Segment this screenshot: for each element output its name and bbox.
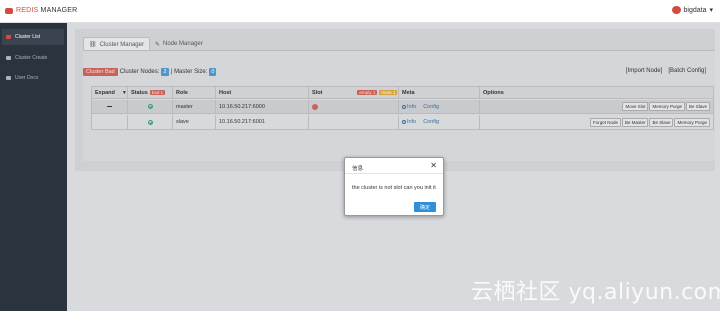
dialog-divider: [345, 173, 443, 174]
meta-cell: Info Config: [399, 100, 480, 113]
sidebar-item-label: Cluster List: [15, 34, 41, 40]
panel-links: [Import Node] [Batch Config]: [626, 68, 706, 74]
header-label: Role: [176, 89, 188, 96]
slot-empty-tag: empty 1: [357, 90, 378, 95]
redis-logo-icon: [5, 8, 13, 14]
collapse-icon[interactable]: [107, 105, 112, 108]
check-circle-icon: [147, 119, 153, 125]
check-circle-icon: [147, 104, 153, 109]
import-node-link[interactable]: [Import Node]: [626, 68, 662, 74]
cluster-panel: ⛓ Cluster Manager ✎ Node Manager Cluster…: [75, 29, 715, 171]
slot-cell: [309, 115, 399, 129]
brand-rest: MANAGER: [38, 7, 78, 14]
table-row: slave 10.16.50.217:6001 Info Config Forg…: [92, 115, 713, 129]
role-cell: master: [173, 100, 216, 113]
user-menu[interactable]: bigdata ▾: [671, 6, 713, 14]
tab-bar: ⛓ Cluster Manager ✎ Node Manager: [83, 36, 208, 51]
memory-purge-button[interactable]: Memory Purge: [674, 117, 710, 127]
search-icon: [402, 120, 406, 124]
dialog-message: the cluster is not slot can you init it: [352, 185, 436, 191]
info-link[interactable]: Info: [402, 104, 416, 110]
sidebar: Cluster List Cluster Create User Docs: [0, 23, 67, 311]
cluster-nodes-count: 2: [161, 68, 169, 76]
forget-node-button[interactable]: Forget Node: [589, 117, 621, 127]
master-size-count: 0: [209, 68, 217, 76]
sidebar-item-user-docs[interactable]: User Docs: [2, 70, 64, 86]
status-bad-tag: bad 1: [149, 90, 166, 95]
status-cell: [128, 115, 173, 129]
info-label: Info: [407, 103, 417, 110]
memory-purge-button[interactable]: Memory Purge: [649, 102, 685, 111]
host-cell: 10.16.50.217:6000: [216, 100, 309, 113]
top-navbar: REDIS MANAGER bigdata ▾: [0, 0, 720, 23]
be-master-button[interactable]: Be Master: [621, 117, 649, 127]
header-host: Host: [216, 87, 309, 98]
docs-icon: [6, 76, 11, 80]
info-dialog: 信息 ✕ the cluster is not slot can you ini…: [344, 157, 444, 216]
header-label: Status: [131, 89, 148, 96]
tab-label: Node Manager: [163, 41, 203, 47]
sidebar-item-label: Cluster Create: [15, 55, 48, 61]
info-separator: |: [170, 69, 173, 75]
watermark: 云栖社区 yq.aliyun.com: [471, 280, 720, 305]
wrench-icon: ✎: [154, 41, 161, 48]
tab-cluster-manager[interactable]: ⛓ Cluster Manager: [83, 37, 150, 51]
slot-more-tag: more 1: [379, 90, 398, 95]
search-icon: [402, 104, 406, 109]
header-status: Status bad 1: [128, 87, 173, 98]
table-header-row: Expand ▼ Status bad 1 Role Host Slot emp…: [92, 87, 713, 99]
chevron-down-icon: ▾: [709, 7, 713, 14]
tab-label: Cluster Manager: [99, 41, 144, 48]
header-label: Expand: [95, 89, 115, 96]
expand-cell: [92, 115, 128, 129]
config-link[interactable]: Config: [423, 119, 439, 125]
sidebar-item-cluster-create[interactable]: Cluster Create: [2, 50, 64, 66]
config-link[interactable]: Config: [423, 104, 439, 110]
be-slave-button[interactable]: Be Slave: [685, 102, 710, 111]
sort-down-icon[interactable]: ▼: [122, 90, 127, 96]
options-cell: Forget Node Be Master Be Slave Memory Pu…: [480, 115, 713, 129]
status-cell: [128, 100, 173, 113]
node-table: Expand ▼ Status bad 1 Role Host Slot emp…: [91, 86, 714, 130]
header-options: Options: [480, 87, 713, 98]
app-brand[interactable]: REDIS MANAGER: [16, 7, 77, 14]
info-link[interactable]: Info: [402, 119, 416, 125]
create-icon: [6, 56, 11, 60]
header-label: Meta: [402, 89, 415, 96]
cluster-info-bar: Cluster Bad Cluster Nodes: 2 | Master Si…: [83, 68, 217, 76]
slot-error-dot-icon: [312, 103, 318, 110]
cluster-status-badge: Cluster Bad: [83, 68, 118, 76]
header-meta: Meta: [399, 87, 480, 98]
slot-cell: [309, 100, 399, 113]
master-size-label: Master Size:: [174, 69, 208, 75]
expand-cell[interactable]: [92, 100, 128, 113]
sidebar-item-cluster-list[interactable]: Cluster List: [2, 29, 64, 45]
move-slot-button[interactable]: Move Slot: [622, 102, 649, 111]
header-role: Role: [173, 87, 216, 98]
tab-node-manager[interactable]: ✎ Node Manager: [150, 37, 208, 51]
sidebar-item-label: User Docs: [15, 75, 39, 81]
options-cell: Move Slot Memory Purge Be Slave: [480, 100, 713, 113]
cluster-icon: [6, 35, 11, 39]
link-icon: ⛓: [89, 42, 97, 48]
header-label: Options: [483, 89, 504, 96]
dialog-title: 信息: [352, 166, 364, 172]
table-row: master 10.16.50.217:6000 Info Config Mov…: [92, 100, 713, 114]
meta-cell: Info Config: [399, 115, 480, 129]
close-icon[interactable]: ✕: [430, 162, 437, 170]
host-cell: 10.16.50.217:6001: [216, 115, 309, 129]
brand-highlight: REDIS: [16, 7, 39, 14]
dialog-ok-button[interactable]: 确定: [414, 202, 436, 212]
header-expand[interactable]: Expand ▼: [92, 87, 128, 98]
header-slot: Slot empty 1 more 1: [309, 87, 399, 98]
user-name: bigdata: [683, 6, 707, 14]
batch-config-link[interactable]: [Batch Config]: [668, 68, 706, 74]
cluster-nodes-label: Cluster Nodes:: [119, 69, 160, 75]
header-label: Slot: [312, 89, 323, 96]
header-label: Host: [219, 89, 232, 96]
user-avatar-icon: [671, 6, 681, 14]
info-label: Info: [407, 119, 417, 125]
role-cell: slave: [173, 115, 216, 129]
be-slave-button[interactable]: Be Slave: [649, 117, 674, 127]
